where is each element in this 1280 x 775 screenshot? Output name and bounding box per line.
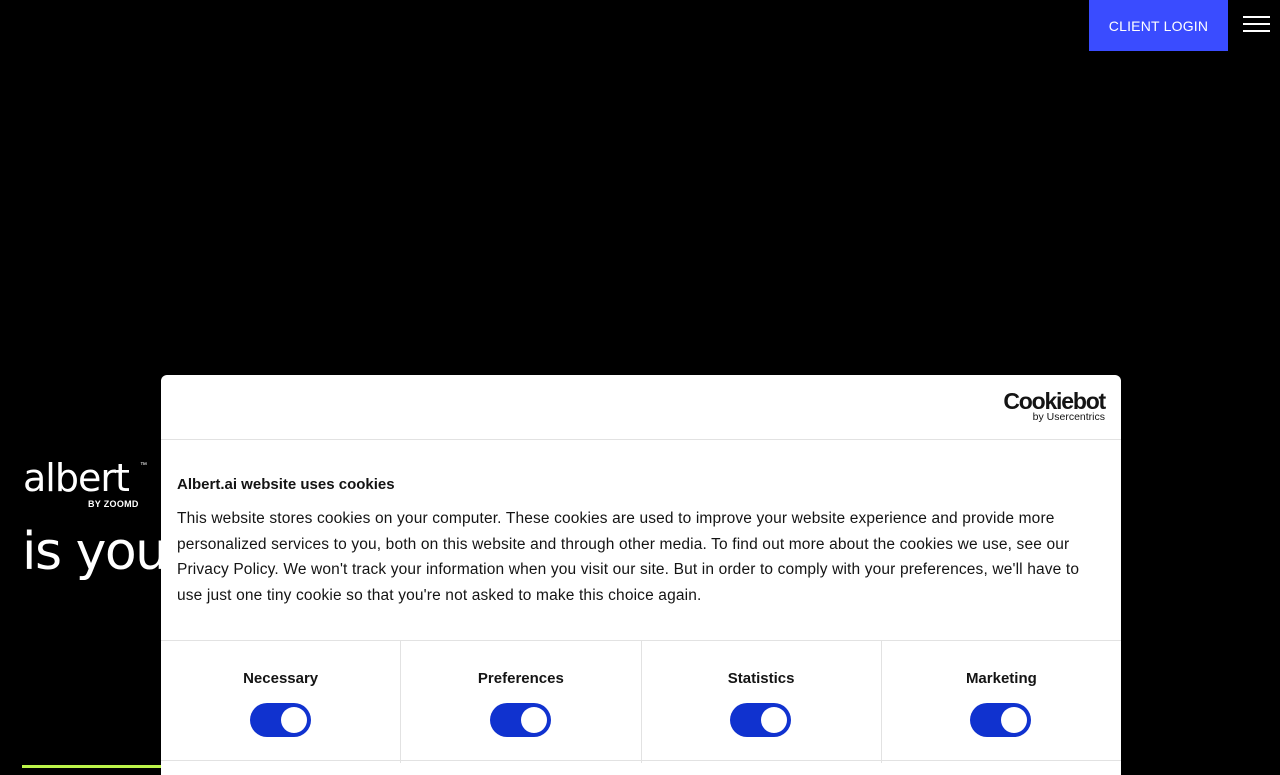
switch-knob (761, 707, 788, 733)
dialog-header: Cookiebot by Usercentrics (161, 375, 1121, 440)
albert-logo[interactable]: albert ™ BY ZOOMD (23, 458, 153, 514)
dialog-divider (161, 760, 1121, 761)
cookie-consent-dialog: Cookiebot by Usercentrics Albert.ai webs… (161, 375, 1121, 775)
necessary-switch[interactable] (249, 703, 311, 737)
preferences-switch[interactable] (489, 703, 551, 737)
cookiebot-logo[interactable]: Cookiebot by Usercentrics (1003, 388, 1106, 423)
dialog-body-text: This website stores cookies on your comp… (177, 510, 1080, 604)
switch-knob (1001, 707, 1028, 733)
dialog-title: Albert.ai website uses cookies (177, 476, 395, 493)
client-login-button[interactable]: CLIENT LOGIN (1089, 0, 1228, 51)
consent-toggles: Necessary Preferences Statistics Marketi… (161, 640, 1121, 763)
toggle-statistics: Statistics (642, 641, 882, 763)
toggle-marketing: Marketing (882, 641, 1121, 763)
switch-knob (520, 707, 547, 733)
marketing-switch[interactable] (970, 703, 1032, 737)
toggle-label-marketing: Marketing (965, 670, 1037, 687)
logo-trademark: ™ (140, 462, 147, 469)
statistics-switch[interactable] (730, 703, 792, 737)
toggle-preferences: Preferences (401, 641, 642, 763)
toggle-label-statistics: Statistics (727, 670, 795, 687)
toggle-label-necessary: Necessary (243, 670, 319, 687)
toggle-label-preferences: Preferences (477, 670, 564, 687)
switch-knob (280, 707, 307, 733)
toggle-necessary: Necessary (161, 641, 402, 763)
hamburger-menu-icon[interactable] (1243, 14, 1270, 34)
cookiebot-brand-name: Cookiebot (1003, 388, 1106, 414)
logo-wordmark: albert (23, 456, 130, 500)
logo-byline: BY ZOOMD (88, 499, 139, 509)
